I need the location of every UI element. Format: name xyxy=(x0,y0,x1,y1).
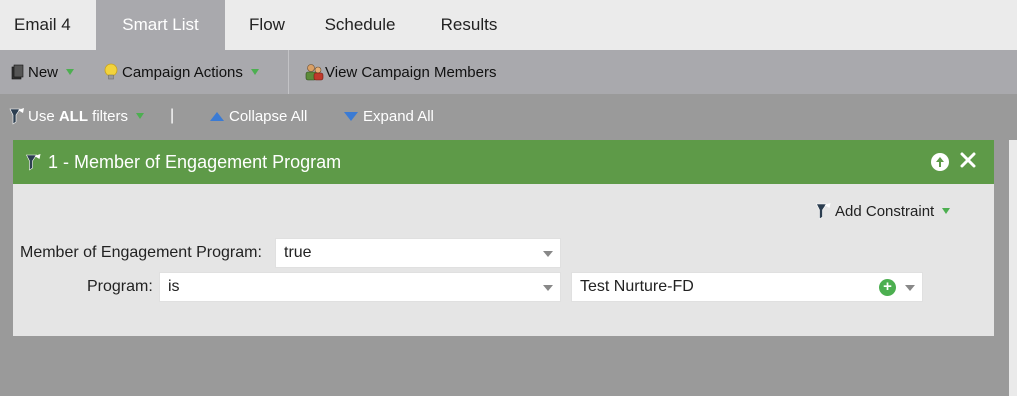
view-members-label: View Campaign Members xyxy=(325,63,497,81)
tab-flow[interactable]: Flow xyxy=(225,0,309,50)
campaign-actions-button[interactable]: Campaign Actions xyxy=(103,50,288,94)
tab-schedule[interactable]: Schedule xyxy=(309,0,411,50)
use-filters-all: ALL xyxy=(58,107,89,125)
member-of-program-select[interactable]: true xyxy=(275,238,561,268)
filter-funnel-icon xyxy=(26,154,41,171)
campaign-actions-label: Campaign Actions xyxy=(122,63,243,81)
new-document-icon xyxy=(11,64,24,80)
add-constraint-label: Add Constraint xyxy=(835,202,935,220)
people-icon xyxy=(305,64,324,81)
use-filters-suffix: filters xyxy=(88,107,129,125)
close-icon xyxy=(960,152,976,168)
tab-label: Schedule xyxy=(324,15,396,34)
member-of-program-value: true xyxy=(284,244,312,261)
use-filters-dropdown[interactable]: Use ALL filters xyxy=(0,94,170,138)
chevron-down-icon xyxy=(905,285,915,291)
separator-label: | xyxy=(170,107,175,124)
toolbar-divider xyxy=(288,50,289,94)
dropdown-arrow-icon xyxy=(942,208,951,214)
remove-filter-button[interactable] xyxy=(960,150,976,172)
lightbulb-icon xyxy=(104,63,118,80)
new-menu-button[interactable]: New xyxy=(0,50,103,94)
dropdown-arrow-icon xyxy=(250,69,259,75)
member-of-program-label: Member of Engagement Program: xyxy=(20,244,262,261)
filter-funnel-icon xyxy=(9,108,24,125)
filter-bar: Use ALL filters | Collapse All Expand Al… xyxy=(0,94,1017,138)
toolbar: New Campaign Actions View Campaign Membe… xyxy=(0,50,1017,94)
tab-smart-list[interactable]: Smart List xyxy=(96,0,225,50)
expand-all-label: Expand All xyxy=(363,107,434,125)
expand-arrow-icon xyxy=(344,111,358,121)
filter-funnel-icon xyxy=(816,203,831,220)
filter-panel: 1 - Member of Engagement Program Add Con… xyxy=(13,140,994,336)
arrow-up-icon xyxy=(936,157,944,167)
program-value: Test Nurture-FD xyxy=(580,278,694,295)
scroll-gutter xyxy=(1009,140,1017,396)
filter-title: 1 - Member of Engagement Program xyxy=(48,151,342,172)
filter-header: 1 - Member of Engagement Program xyxy=(13,140,994,184)
chevron-down-icon xyxy=(543,285,553,291)
add-constraint-button[interactable]: Add Constraint xyxy=(815,202,951,220)
program-operator-select[interactable]: is xyxy=(159,272,561,302)
program-label: Program: xyxy=(87,278,153,295)
filter-bar-separator: | xyxy=(170,94,210,138)
collapse-arrow-icon xyxy=(210,111,224,121)
tab-bar: Email 4 Smart List Flow Schedule Results xyxy=(0,0,1017,50)
tab-email-4[interactable]: Email 4 xyxy=(0,0,96,50)
dropdown-arrow-icon xyxy=(66,69,75,75)
new-label: New xyxy=(28,63,59,81)
collapse-all-button[interactable]: Collapse All xyxy=(210,94,344,138)
chevron-down-icon xyxy=(543,251,553,257)
view-campaign-members-button[interactable]: View Campaign Members xyxy=(304,50,496,94)
use-filters-prefix: Use xyxy=(28,107,59,125)
tab-label: Results xyxy=(440,15,498,34)
program-value-select[interactable]: Test Nurture-FD + xyxy=(571,272,923,302)
expand-all-button[interactable]: Expand All xyxy=(344,94,434,138)
tab-label: Smart List xyxy=(122,15,199,34)
tab-label: Flow xyxy=(249,15,285,34)
add-value-icon[interactable]: + xyxy=(879,279,896,296)
tab-results[interactable]: Results xyxy=(411,0,527,50)
move-up-button[interactable] xyxy=(931,153,949,171)
tab-label: Email 4 xyxy=(14,15,71,34)
dropdown-arrow-icon xyxy=(136,113,145,119)
collapse-all-label: Collapse All xyxy=(229,107,308,125)
program-operator-value: is xyxy=(168,278,180,295)
